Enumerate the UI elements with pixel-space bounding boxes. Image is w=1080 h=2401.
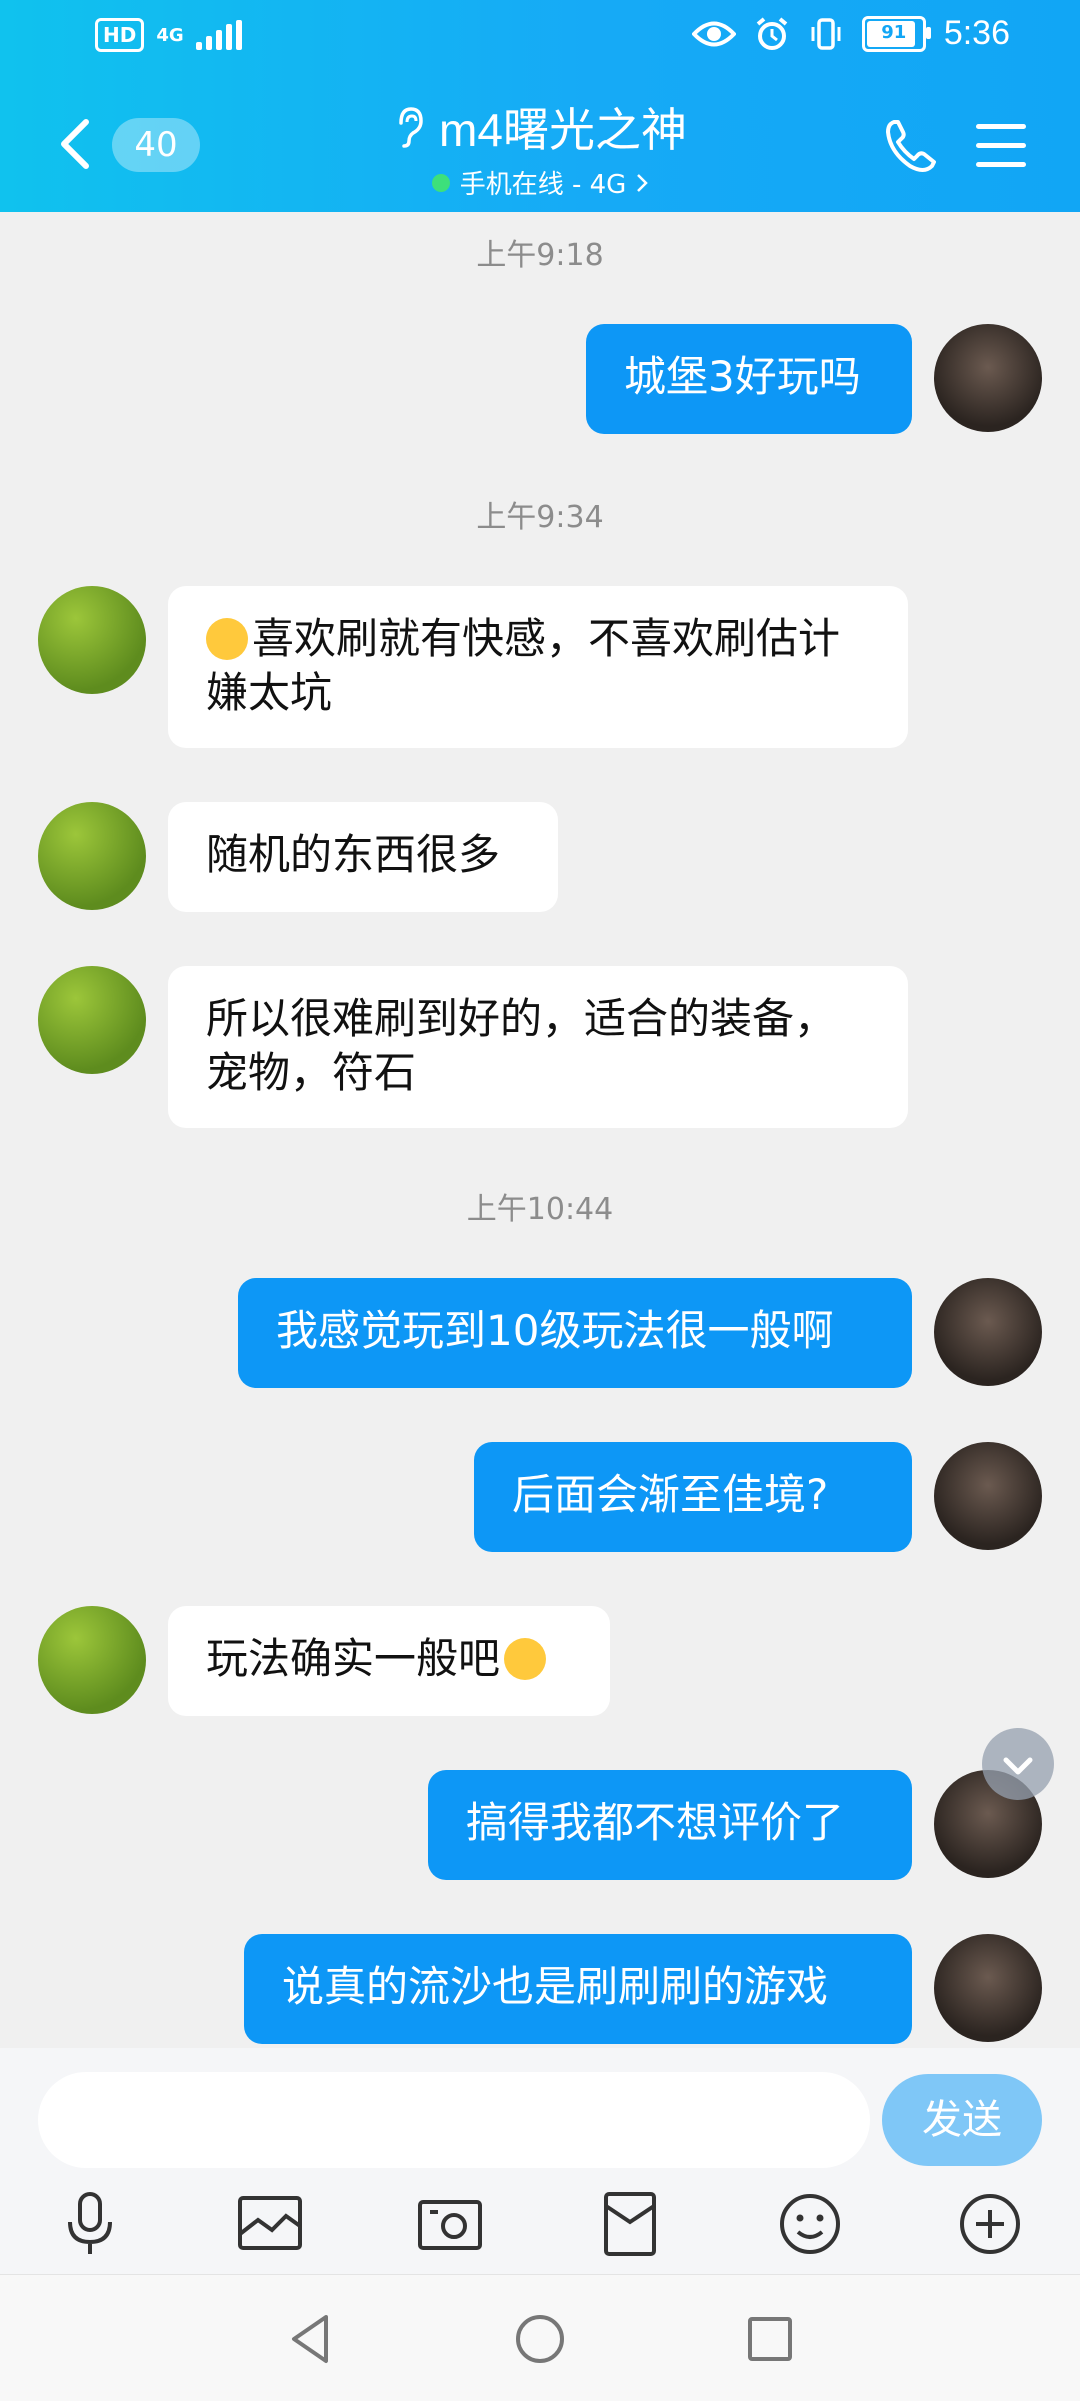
chat-header: HD 4G 91 5:36 40 m4曙光之神 手机在线 - 4G xyxy=(0,0,1080,212)
my-avatar[interactable] xyxy=(934,1442,1042,1550)
message-bubble-outgoing[interactable]: 搞得我都不想评价了 xyxy=(428,1770,912,1880)
my-avatar[interactable] xyxy=(934,1934,1042,2042)
contact-avatar[interactable] xyxy=(38,586,146,694)
contact-avatar[interactable] xyxy=(38,1606,146,1714)
image-icon[interactable] xyxy=(232,2186,308,2262)
nav-bar: 40 m4曙光之神 手机在线 - 4G xyxy=(0,86,1080,206)
network-label: 4G xyxy=(156,24,184,46)
signal-icon xyxy=(195,20,242,50)
my-avatar[interactable] xyxy=(934,324,1042,432)
scroll-to-bottom-button[interactable] xyxy=(982,1728,1054,1800)
contact-avatar[interactable] xyxy=(38,802,146,910)
contact-avatar[interactable] xyxy=(38,966,146,1074)
contact-status: 手机在线 - 4G xyxy=(459,170,627,200)
vibrate-icon xyxy=(811,17,841,50)
battery-icon: 91 xyxy=(861,15,931,52)
thinking-emoji-icon xyxy=(206,617,248,660)
emoji-icon[interactable] xyxy=(772,2186,848,2262)
battery-level: 91 xyxy=(881,21,907,43)
message-bubble-incoming[interactable]: 所以很难刷到好的，适合的装备，宠物，符石 xyxy=(168,966,908,1128)
message-bubble-outgoing[interactable]: 说真的流沙也是刷刷刷的游戏 xyxy=(244,1934,912,2044)
back-triangle-icon[interactable] xyxy=(280,2309,340,2369)
plus-icon[interactable] xyxy=(952,2186,1028,2262)
timestamp: 上午9:34 xyxy=(476,500,604,535)
menu-icon[interactable] xyxy=(976,124,1026,168)
message-text: 玩法确实一般吧 xyxy=(206,1634,501,1683)
message-list[interactable]: 上午9:18 城堡3好玩吗 上午9:34 喜欢刷就有快感，不喜欢刷估计嫌太坑 随… xyxy=(0,212,1080,2048)
hd-indicator: HD xyxy=(95,18,145,52)
composer: 发送 xyxy=(0,2048,1080,2274)
message-bubble-outgoing[interactable]: 我感觉玩到10级玩法很一般啊 xyxy=(238,1278,912,1388)
ear-icon xyxy=(399,107,423,148)
message-text: 喜欢刷就有快感，不喜欢刷估计嫌太坑 xyxy=(206,614,841,717)
message-bubble-incoming[interactable]: 随机的东西很多 xyxy=(168,802,558,912)
clock: 5:36 xyxy=(943,14,1010,52)
message-bubble-outgoing[interactable]: 后面会渐至佳境? xyxy=(474,1442,912,1552)
online-status-dot xyxy=(431,173,450,192)
chevron-right-icon xyxy=(637,173,649,192)
phone-call-icon[interactable] xyxy=(880,116,940,176)
message-bubble-outgoing[interactable]: 城堡3好玩吗 xyxy=(586,324,912,434)
message-bubble-incoming[interactable]: 喜欢刷就有快感，不喜欢刷估计嫌太坑 xyxy=(168,586,908,748)
chevron-down-icon xyxy=(1003,1757,1033,1775)
recents-square-icon[interactable] xyxy=(740,2309,800,2369)
home-circle-icon[interactable] xyxy=(510,2309,570,2369)
status-bar: HD 4G 91 5:36 xyxy=(0,0,1080,78)
timestamp: 上午9:18 xyxy=(476,238,604,273)
message-bubble-incoming[interactable]: 玩法确实一般吧 xyxy=(168,1606,610,1716)
kissing-emoji-icon xyxy=(504,1637,547,1680)
alarm-icon xyxy=(756,16,788,50)
composer-toolbar xyxy=(0,2186,1080,2262)
contact-name: m4曙光之神 xyxy=(439,104,687,156)
my-avatar[interactable] xyxy=(934,1278,1042,1386)
red-packet-icon[interactable] xyxy=(592,2186,668,2262)
eye-icon xyxy=(691,21,736,46)
send-button[interactable]: 发送 xyxy=(882,2074,1042,2166)
camera-icon[interactable] xyxy=(412,2186,488,2262)
timestamp: 上午10:44 xyxy=(466,1192,614,1227)
microphone-icon[interactable] xyxy=(52,2186,128,2262)
system-navigation-bar xyxy=(0,2274,1080,2401)
message-input[interactable] xyxy=(38,2072,870,2168)
